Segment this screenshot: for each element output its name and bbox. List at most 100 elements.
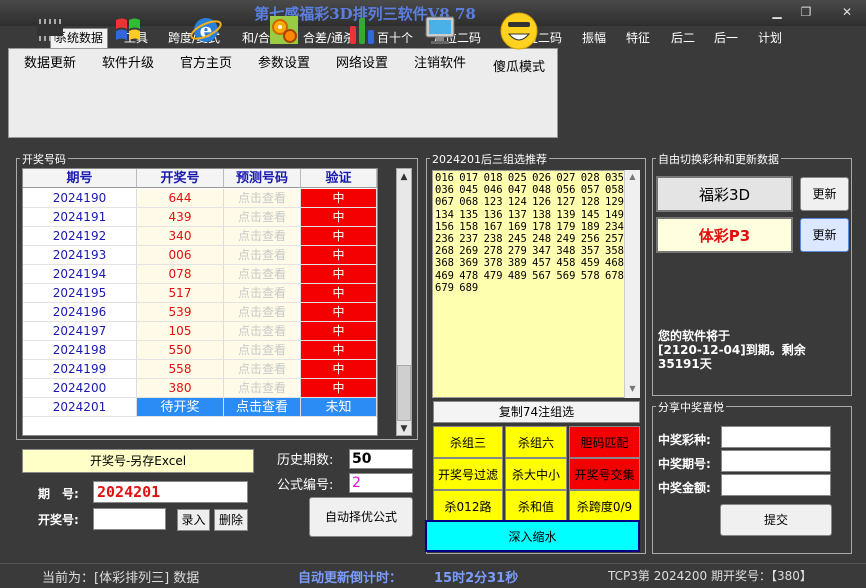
row-number: 439 (137, 208, 224, 227)
filter-button-6[interactable]: 杀012路 (433, 490, 503, 522)
deep-filter-button[interactable]: 深入缩水 (425, 520, 640, 552)
row-predict[interactable]: 点击查看 (224, 227, 301, 246)
filter-button-7[interactable]: 杀和值 (505, 490, 567, 522)
row-number: 550 (137, 341, 224, 360)
scroll-thumb[interactable] (397, 365, 411, 421)
scroll-up-icon[interactable]: ▲ (397, 169, 411, 185)
row-predict[interactable]: 点击查看 (224, 303, 301, 322)
row-predict[interactable]: 点击查看 (224, 265, 301, 284)
save-excel-button[interactable]: 开奖号-另存Excel (22, 449, 254, 473)
history-input[interactable]: 50 (349, 449, 413, 469)
row-verify: 中 (301, 360, 377, 379)
filter-button-4[interactable]: 杀大中小 (505, 458, 567, 490)
upgrade-button[interactable]: 软件升级 (94, 8, 162, 84)
row-predict[interactable]: 点击查看 (224, 208, 301, 227)
update-tcp3-button[interactable]: 更新 (800, 218, 849, 252)
bar-chart-icon (344, 12, 380, 48)
close-button[interactable]: ✕ (836, 4, 858, 20)
row-predict[interactable]: 点击查看 (224, 284, 301, 303)
col-header-verify: 验证 (301, 169, 377, 188)
prize-period-label: 中奖期号: (658, 457, 711, 471)
row-period: 2024193 (23, 246, 137, 265)
lottery-table[interactable]: 期号 开奖号 预测号码 验证 2024190 644 点击查看中 2024191 439… (22, 168, 378, 436)
row-predict[interactable]: 点击查看 (224, 246, 301, 265)
number-input[interactable] (93, 508, 166, 530)
data-update-label: 数据更新 (23, 56, 76, 71)
row-predict[interactable]: 点击查看 (224, 360, 301, 379)
network-settings-label: 网络设置 (335, 56, 388, 71)
status-countdown-label: 自动更新倒计时： (298, 571, 403, 586)
fc3d-button[interactable]: 福彩3D (656, 176, 793, 212)
settings-button[interactable]: 参数设置 (250, 8, 318, 84)
settings-label: 参数设置 (257, 56, 310, 71)
logout-button[interactable]: 注销软件 (406, 8, 474, 84)
status-countdown: 15时2分31秒 (434, 571, 519, 586)
filter-button-1[interactable]: 杀组六 (505, 426, 567, 458)
copy-combos-button[interactable]: 复制74注组选 (433, 401, 640, 423)
lottery-table-scrollbar[interactable]: ▲ ▼ (396, 168, 412, 436)
update-fc3d-button[interactable]: 更新 (800, 177, 849, 211)
col-header-predict: 预测号码 (224, 169, 301, 188)
row-predict[interactable]: 点击查看 (224, 341, 301, 360)
row-period: 2024198 (23, 341, 137, 360)
delete-button[interactable]: 删除 (214, 509, 248, 531)
simple-mode-button[interactable]: 傻瓜模式 (484, 8, 554, 84)
menu-last2[interactable]: 后二 (667, 29, 699, 47)
menu-amplitude[interactable]: 振幅 (578, 29, 610, 47)
submit-button[interactable]: 提交 (720, 504, 832, 536)
row-period: 2024194 (23, 265, 137, 284)
data-update-button[interactable]: 数据更新 (16, 8, 84, 84)
menu-last1[interactable]: 后一 (710, 29, 742, 47)
menu-plan[interactable]: 计划 (754, 29, 786, 47)
scroll-down-icon[interactable]: ▼ (397, 421, 411, 437)
windows-logo-icon (110, 12, 146, 48)
row-number: 539 (137, 303, 224, 322)
ie-logo-icon: e (188, 12, 224, 48)
homepage-button[interactable]: e 官方主页 (172, 8, 240, 84)
filter-button-3[interactable]: 开奖号过滤 (433, 458, 503, 490)
upgrade-label: 软件升级 (101, 56, 154, 71)
row-verify: 中 (301, 379, 377, 398)
minimize-button[interactable]: ▁ (766, 4, 788, 20)
scroll-up-icon[interactable]: ▲ (625, 172, 640, 181)
row-number: 558 (137, 360, 224, 379)
enter-button[interactable]: 录入 (177, 509, 210, 531)
prize-kind-input[interactable] (721, 426, 831, 448)
filter-button-5[interactable]: 开奖号交集 (569, 458, 640, 490)
filter-button-2[interactable]: 胆码匹配 (569, 426, 640, 458)
scroll-down-icon[interactable]: ▼ (625, 384, 640, 393)
number-label: 开奖号: (38, 513, 79, 527)
row-period: 2024199 (23, 360, 137, 379)
period-input[interactable]: 2024201 (93, 481, 248, 503)
row-verify: 中 (301, 189, 377, 208)
gear-icon (266, 12, 302, 48)
auto-formula-button[interactable]: 自动择优公式 (309, 497, 413, 537)
current-row-predict[interactable]: 点击查看 (224, 398, 301, 417)
recommend-scrollbar[interactable]: ▲ ▼ (624, 170, 640, 398)
tcp3-button[interactable]: 体彩P3 (656, 217, 793, 253)
status-last-draw: TCP3第 2024200 期开奖号：【380】 (608, 569, 812, 583)
smiley-icon (498, 10, 540, 52)
row-period: 2024192 (23, 227, 137, 246)
maximize-button[interactable]: ❐ (795, 4, 817, 20)
formula-input[interactable]: 2 (349, 473, 413, 493)
row-period: 2024195 (23, 284, 137, 303)
logout-label: 注销软件 (413, 56, 466, 71)
row-number: 078 (137, 265, 224, 284)
row-verify: 中 (301, 246, 377, 265)
network-settings-button[interactable]: 网络设置 (328, 8, 396, 84)
row-predict[interactable]: 点击查看 (224, 189, 301, 208)
menu-feature[interactable]: 特征 (622, 29, 654, 47)
prize-amount-label: 中奖金额: (658, 481, 711, 495)
row-verify: 中 (301, 227, 377, 246)
monitor-icon (422, 12, 458, 48)
prize-period-input[interactable] (721, 450, 831, 472)
filter-button-0[interactable]: 杀组三 (433, 426, 503, 458)
filter-button-8[interactable]: 杀跨度0/9 (569, 490, 640, 522)
row-predict[interactable]: 点击查看 (224, 322, 301, 341)
row-predict[interactable]: 点击查看 (224, 379, 301, 398)
row-period: 2024200 (23, 379, 137, 398)
prize-amount-input[interactable] (721, 474, 831, 496)
col-header-number: 开奖号 (137, 169, 224, 188)
row-verify: 中 (301, 284, 377, 303)
